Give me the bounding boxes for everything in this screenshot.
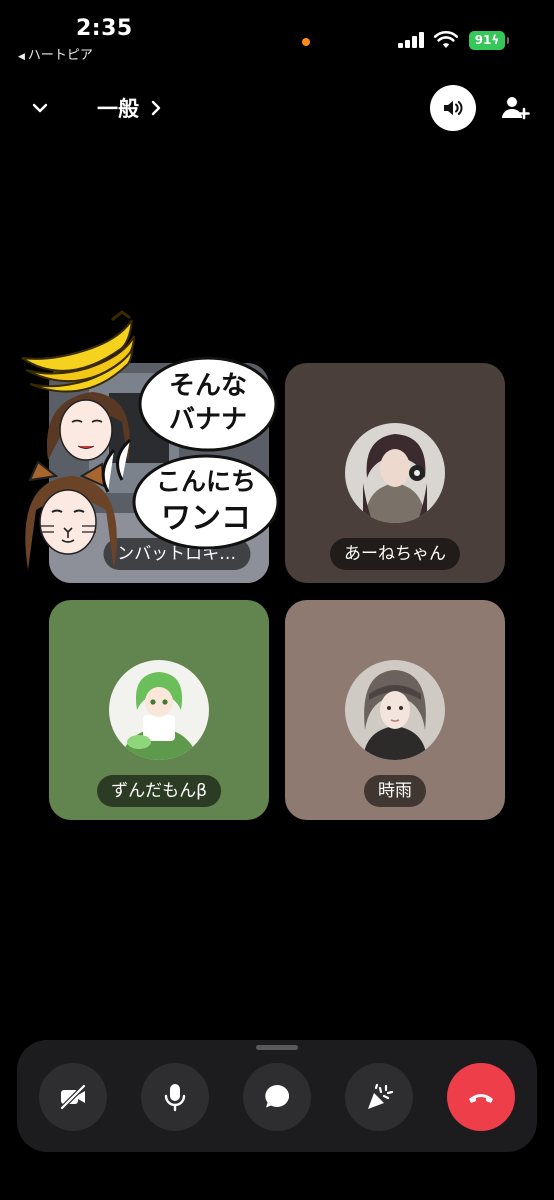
back-app-label: ハートピア [27,48,93,63]
camera-toggle-button[interactable] [39,1063,107,1131]
speaker-output-button[interactable] [430,85,476,131]
chat-bubble-icon [265,1084,290,1108]
end-call-button[interactable] [447,1063,515,1131]
participant-name-label: ずんだもんβ [97,775,221,807]
channel-title-button[interactable]: 一般 [97,93,163,123]
participant-avatar [109,660,209,760]
sheet-drag-handle[interactable] [256,1045,298,1050]
channel-name: 一般 [97,97,139,121]
participant-avatar [345,423,445,523]
wifi-icon [434,30,458,48]
participant-name-label: あーねちゃん [330,538,460,570]
microphone-icon [164,1084,186,1112]
cellular-signal-icon [398,32,426,48]
battery-level: 91 [474,33,492,47]
participant-tile[interactable]: ンバットロキ… [49,363,269,583]
back-triangle-icon: ◀ [18,52,25,62]
call-header: 一般 [0,80,554,136]
participant-name-label: 時雨 [364,775,426,807]
collapse-chevron-down-icon[interactable] [28,96,52,120]
microphone-toggle-button[interactable] [141,1063,209,1131]
add-participant-icon[interactable] [499,92,531,124]
participant-tile[interactable]: ずんだもんβ [49,600,269,820]
back-to-app-link[interactable]: ◀ ハートピア [18,44,93,63]
hang-up-phone-icon [469,1094,493,1103]
participant-name-label: ンバットロキ… [103,538,251,570]
participant-tile[interactable]: 時雨 [285,600,505,820]
participant-avatar [345,660,445,760]
recording-indicator-dot [302,38,310,46]
camera-off-icon [59,1083,87,1111]
party-popper-icon [368,1083,394,1109]
status-bar: 2:35 ◀ ハートピア 91ϟ [0,0,554,66]
battery-indicator: 91ϟ [469,31,509,50]
charging-bolt-icon: ϟ [491,33,500,47]
participant-tile[interactable]: あーねちゃん [285,363,505,583]
chevron-right-icon [151,100,161,116]
speaker-volume-icon [444,101,463,115]
chat-button[interactable] [243,1063,311,1131]
effects-button[interactable] [345,1063,413,1131]
status-time: 2:35 [76,16,133,41]
